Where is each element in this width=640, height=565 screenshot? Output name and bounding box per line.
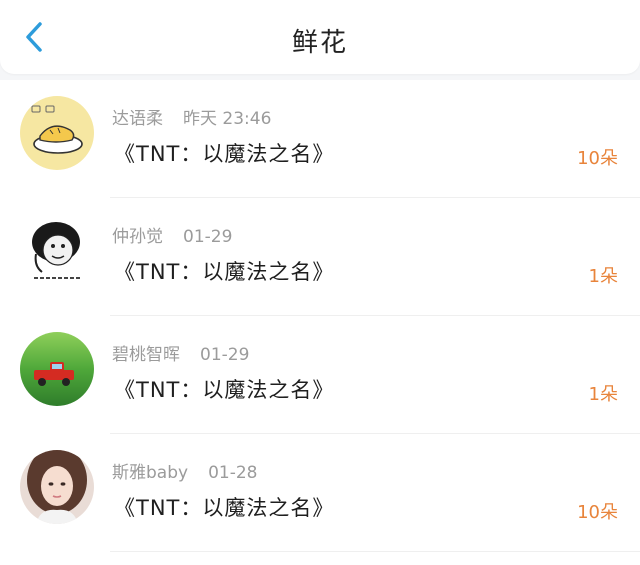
girl-portrait-avatar[interactable] — [20, 450, 94, 524]
page-title: 鲜花 — [291, 28, 348, 58]
meme-face-avatar[interactable] — [20, 214, 94, 288]
item-meta: 碧桃智晖 01-29 — [112, 340, 249, 365]
username[interactable]: 达语柔 — [112, 109, 163, 129]
list-item[interactable]: 碧桃智晖 01-29 《TNT：以魔法之名》 1朵 — [0, 316, 640, 434]
item-meta: 达语柔 昨天 23:46 — [112, 104, 271, 129]
list-item[interactable]: 达语柔 昨天 23:46 《TNT：以魔法之名》 10朵 — [0, 80, 640, 198]
book-title[interactable]: 《TNT：以魔法之名》 — [114, 256, 334, 286]
book-title[interactable]: 《TNT：以魔法之名》 — [114, 374, 334, 404]
username[interactable]: 碧桃智晖 — [112, 345, 180, 365]
book-title[interactable]: 《TNT：以魔法之名》 — [114, 138, 334, 168]
item-meta: 斯雅baby 01-28 — [112, 458, 257, 483]
flower-count: 1朵 — [588, 266, 618, 287]
item-meta: 仲孙觉 01-29 — [112, 222, 232, 247]
flower-count: 10朵 — [577, 502, 618, 523]
timestamp: 01-28 — [208, 463, 258, 483]
timestamp: 01-29 — [200, 345, 250, 365]
timestamp: 01-29 — [183, 227, 233, 247]
red-car-grass-avatar[interactable] — [20, 332, 94, 406]
cartoon-sleep-avatar[interactable] — [20, 96, 94, 170]
list-item[interactable]: 斯雅baby 01-28 《TNT：以魔法之名》 10朵 — [0, 434, 640, 552]
divider — [110, 551, 640, 552]
book-title[interactable]: 《TNT：以魔法之名》 — [114, 492, 334, 522]
flower-list: 达语柔 昨天 23:46 《TNT：以魔法之名》 10朵 仲孙觉 01-29 《TN… — [0, 80, 640, 565]
flower-count: 1朵 — [588, 384, 618, 405]
flower-count: 10朵 — [577, 148, 618, 169]
username[interactable]: 斯雅baby — [112, 463, 188, 483]
timestamp: 昨天 23:46 — [183, 109, 272, 129]
list-item[interactable]: 仲孙觉 01-29 《TNT：以魔法之名》 1朵 — [0, 198, 640, 316]
top-bar: 鲜花 — [0, 0, 640, 74]
username[interactable]: 仲孙觉 — [112, 227, 163, 247]
